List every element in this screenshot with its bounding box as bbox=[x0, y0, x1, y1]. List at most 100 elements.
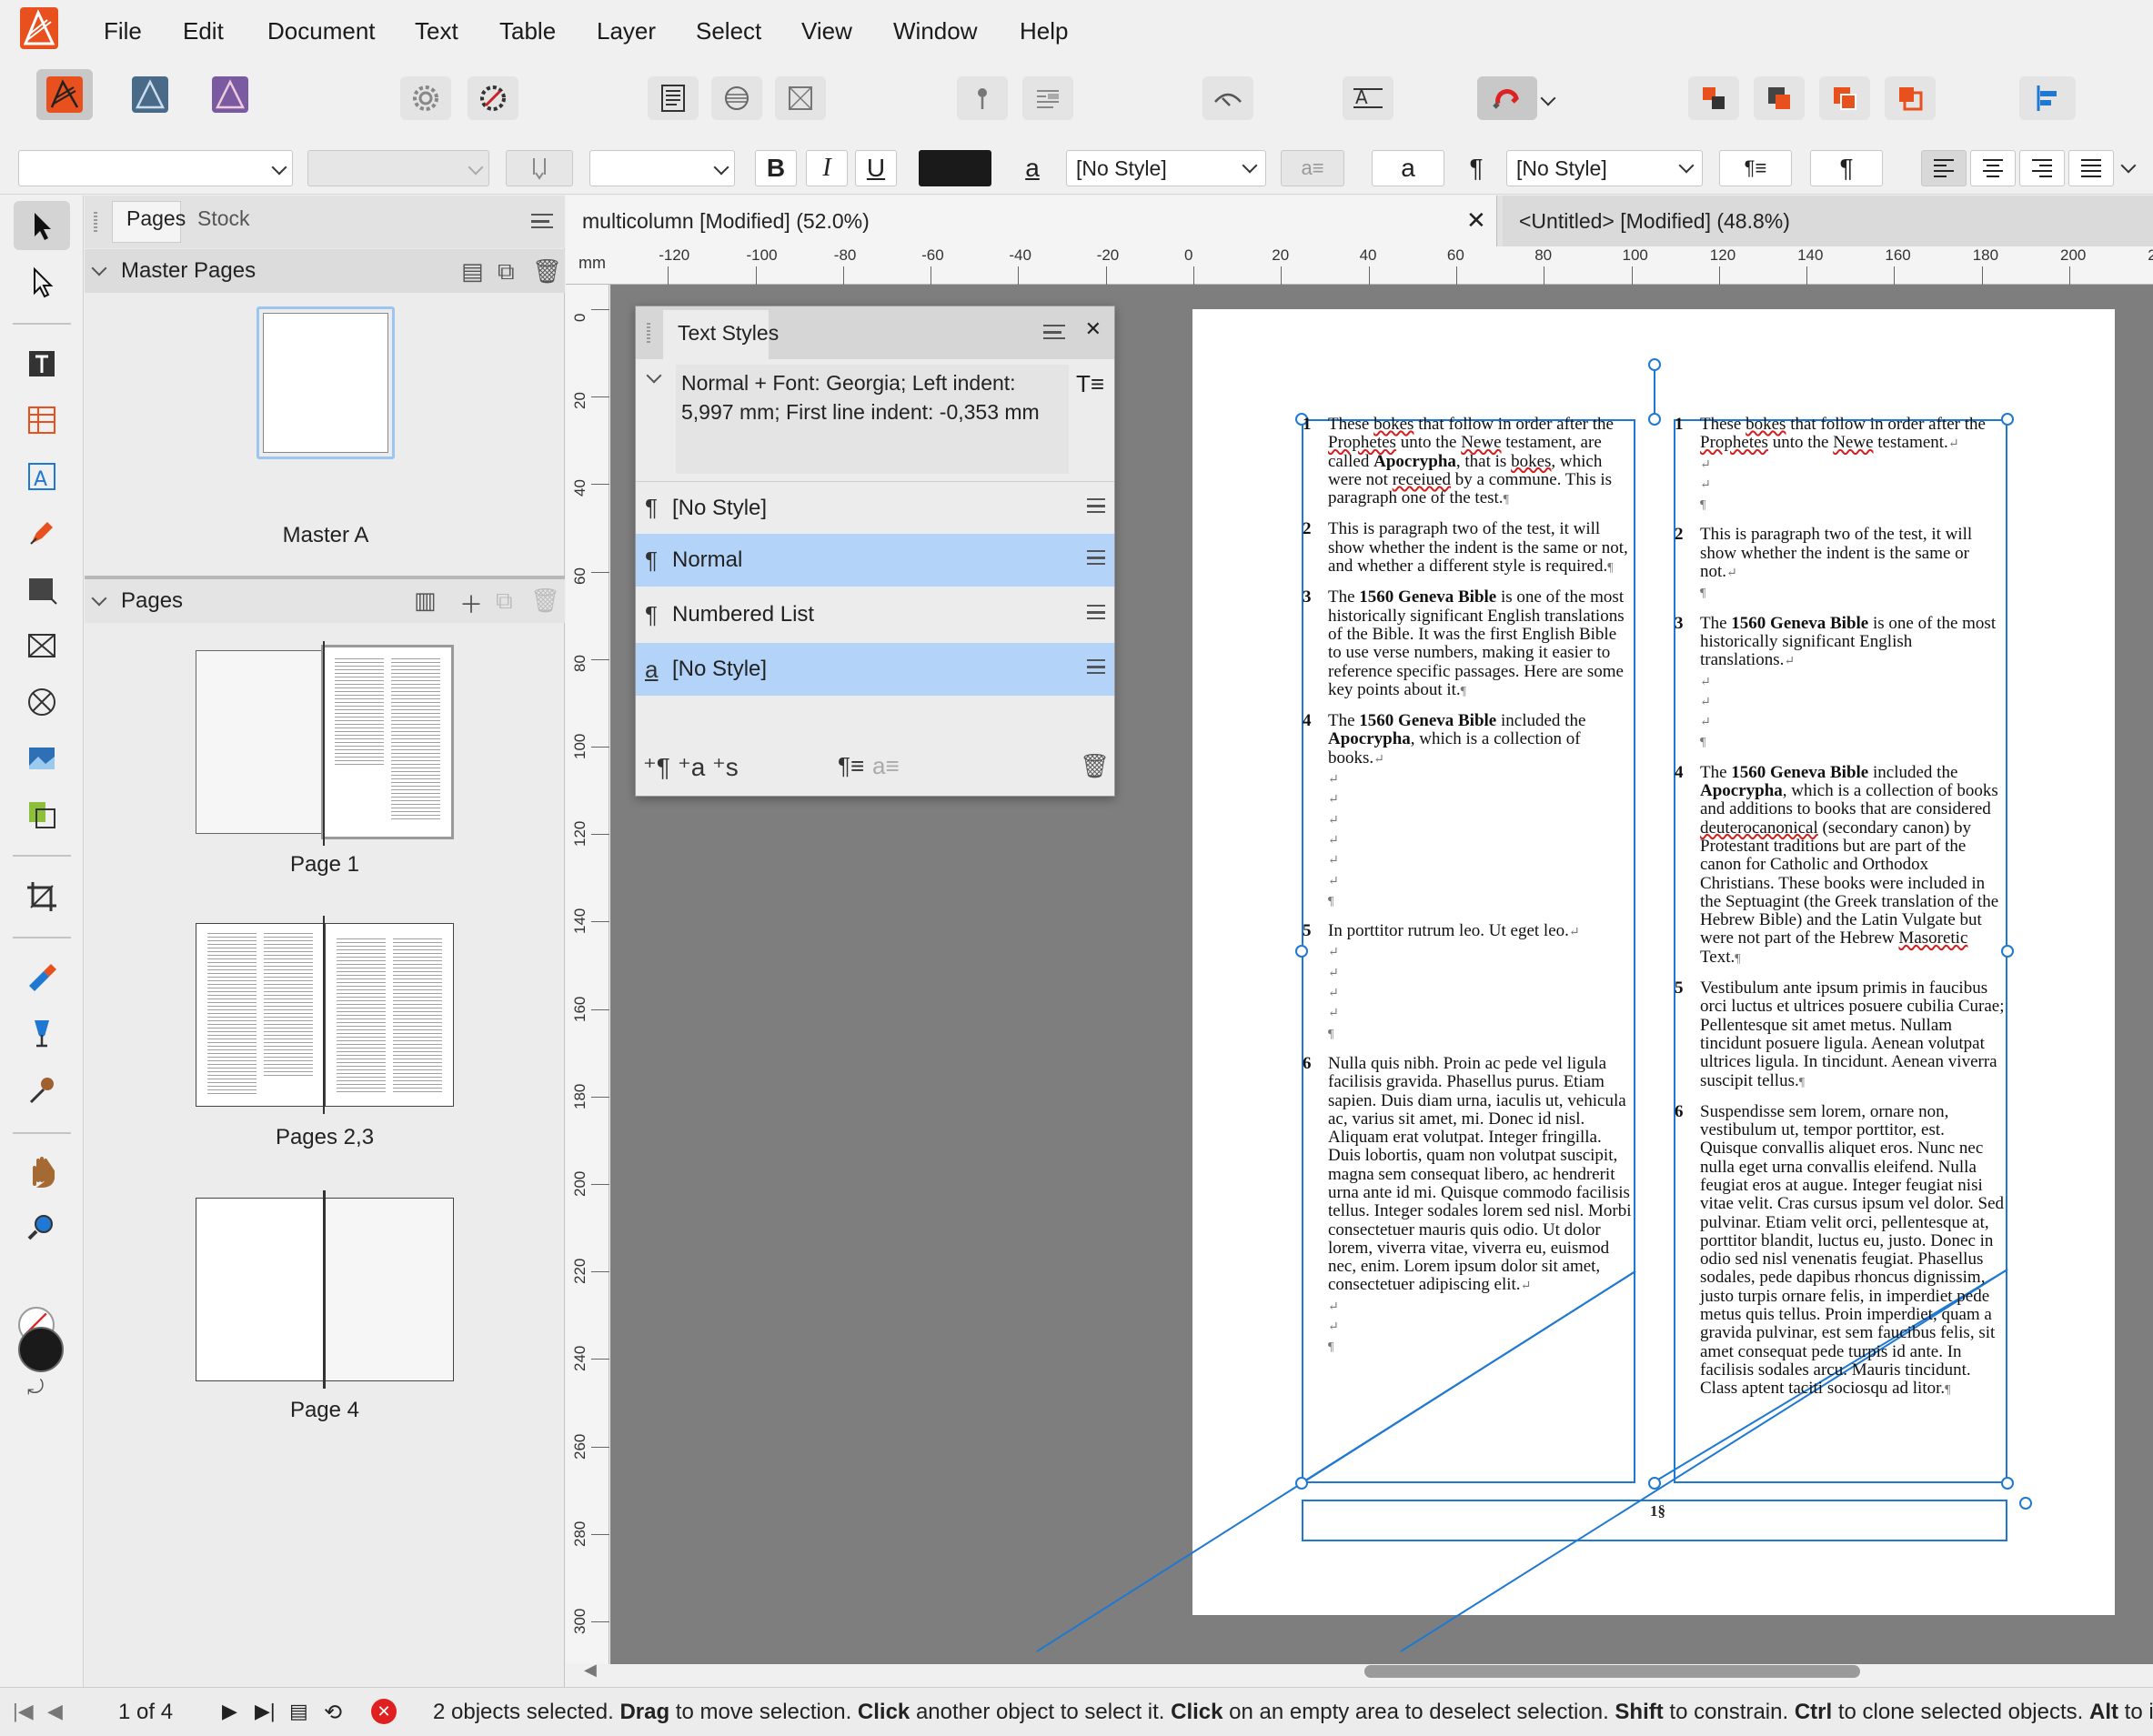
left-column-text[interactable]: 1 These bokes that follow in order after … bbox=[1303, 415, 1633, 1369]
move-forward-one-icon[interactable] bbox=[1819, 76, 1870, 120]
text-styles-menu-icon[interactable] bbox=[1043, 325, 1065, 339]
font-size-dropdown[interactable] bbox=[589, 150, 735, 186]
view-tool-hand-icon[interactable] bbox=[14, 1147, 70, 1196]
delete-page-icon[interactable]: 🗑 bbox=[530, 587, 560, 615]
clear-style-icon[interactable]: a≡ bbox=[872, 752, 900, 780]
character-style-options-icon[interactable]: a≡ bbox=[1281, 150, 1344, 186]
preflight-error-icon[interactable]: ✕ bbox=[371, 1699, 397, 1724]
new-character-style-icon[interactable]: ⁺a bbox=[678, 752, 705, 782]
resize-handle-bm[interactable] bbox=[1648, 1477, 1661, 1490]
style-row-menu-icon[interactable] bbox=[1087, 605, 1105, 619]
menu-document[interactable]: Document bbox=[267, 17, 376, 45]
resize-handle-tm[interactable] bbox=[1648, 413, 1661, 426]
delete-style-icon[interactable]: 🗑 bbox=[1080, 752, 1110, 780]
delete-master-icon[interactable]: 🗑 bbox=[532, 257, 562, 286]
fill-tool-icon[interactable] bbox=[14, 952, 70, 1001]
character-style-icon[interactable]: a bbox=[1011, 150, 1053, 186]
frame-text-tool-icon[interactable] bbox=[14, 339, 70, 388]
picture-frame-icon[interactable] bbox=[775, 76, 826, 120]
bold-button[interactable]: B bbox=[755, 150, 797, 186]
zoom-tool-icon[interactable] bbox=[14, 1203, 70, 1252]
doc-tab-active[interactable]: multicolumn [Modified] (52.0%) bbox=[566, 196, 1497, 246]
menu-window[interactable]: Window bbox=[893, 17, 977, 45]
alignment-more-chevron-icon[interactable] bbox=[2120, 157, 2137, 174]
page-1-thumbnail[interactable] bbox=[321, 645, 454, 839]
publisher-persona-icon[interactable] bbox=[36, 69, 93, 120]
kerning-icon[interactable] bbox=[506, 150, 573, 186]
preflight-gear-icon[interactable] bbox=[468, 76, 518, 120]
pin-icon[interactable] bbox=[957, 76, 1008, 120]
page-4-thumbnail[interactable] bbox=[196, 1198, 325, 1381]
transparency-tool-icon[interactable] bbox=[14, 1008, 70, 1058]
text-styles-title[interactable]: Text Styles bbox=[678, 321, 779, 346]
resize-handle-bl[interactable] bbox=[1295, 1477, 1308, 1490]
page-2-thumbnail[interactable] bbox=[196, 923, 325, 1107]
character-style-dropdown[interactable]: [No Style] bbox=[1066, 150, 1266, 186]
affinity-publisher-logo-icon[interactable] bbox=[20, 7, 58, 49]
fill-color-swatch[interactable] bbox=[18, 1327, 64, 1372]
menu-table[interactable]: Table bbox=[499, 17, 556, 45]
menu-edit[interactable]: Edit bbox=[183, 17, 224, 45]
align-right-icon[interactable] bbox=[2019, 150, 2065, 186]
recent-location-icon[interactable]: ⟲ bbox=[324, 1700, 342, 1726]
paragraph-style-options-icon[interactable]: ¶≡ bbox=[1719, 150, 1792, 186]
page-indicator[interactable]: 1 of 4 bbox=[118, 1700, 173, 1725]
text-styles-toggle-icon[interactable]: A bbox=[1343, 76, 1393, 120]
baseline-grid-icon[interactable] bbox=[711, 76, 762, 120]
snapping-magnet-icon[interactable] bbox=[1477, 76, 1537, 120]
menu-help[interactable]: Help bbox=[1020, 17, 1068, 45]
settings-gear-icon[interactable] bbox=[400, 76, 451, 120]
style-row-menu-icon[interactable] bbox=[1087, 659, 1105, 674]
master-pages-header[interactable]: Master Pages bbox=[85, 249, 565, 293]
previous-page-icon[interactable]: ◀ bbox=[47, 1700, 63, 1723]
style-row-no-style-paragraph[interactable]: ¶ [No Style] bbox=[636, 481, 1114, 534]
pages-panel-menu-icon[interactable] bbox=[531, 214, 553, 228]
artistic-text-tool-icon[interactable]: A bbox=[14, 452, 70, 501]
rotate-handle[interactable] bbox=[1648, 358, 1661, 371]
menu-layer[interactable]: Layer bbox=[597, 17, 656, 45]
move-tool-icon[interactable] bbox=[14, 201, 70, 250]
style-row-menu-icon[interactable] bbox=[1087, 498, 1105, 513]
page-view-icon[interactable]: ▤ bbox=[289, 1700, 308, 1723]
text-color-swatch[interactable] bbox=[919, 150, 991, 186]
style-row-numbered-list[interactable]: ¶ Numbered List bbox=[636, 588, 1114, 641]
tab-stock[interactable]: Stock bbox=[197, 206, 250, 231]
align-left-icon[interactable] bbox=[1921, 150, 1967, 186]
snapping-dropdown-chevron-icon[interactable] bbox=[1540, 90, 1556, 106]
style-row-normal[interactable]: ¶ Normal bbox=[636, 534, 1114, 587]
align-icon[interactable] bbox=[2019, 76, 2076, 120]
scroll-left-arrow-icon[interactable]: ◀ bbox=[584, 1661, 597, 1680]
color-picker-tool-icon[interactable] bbox=[14, 1065, 70, 1114]
menu-view[interactable]: View bbox=[801, 17, 852, 45]
new-paragraph-style-icon[interactable]: ⁺¶ bbox=[643, 752, 670, 782]
ellipse-frame-tool-icon[interactable] bbox=[14, 677, 70, 727]
place-image-tool-icon[interactable] bbox=[14, 734, 70, 783]
pages-section-header[interactable]: Pages bbox=[85, 579, 565, 623]
doc-tab-inactive[interactable]: <Untitled> [Modified] (48.8%) bbox=[1503, 196, 2153, 246]
pen-tool-icon[interactable] bbox=[14, 508, 70, 557]
designer-persona-icon[interactable] bbox=[122, 69, 178, 120]
last-page-icon[interactable]: ▶| bbox=[255, 1700, 276, 1723]
master-a-thumbnail-selection[interactable] bbox=[257, 306, 395, 459]
paragraph-style-dropdown[interactable]: [No Style] bbox=[1506, 150, 1703, 186]
apply-character-style-icon[interactable]: a bbox=[1372, 150, 1444, 186]
apply-style-icon[interactable]: ¶≡ bbox=[838, 752, 864, 780]
page-options-icon[interactable]: ▥ bbox=[414, 587, 437, 615]
text-styles-grip-icon[interactable] bbox=[647, 323, 650, 343]
underline-button[interactable]: U bbox=[855, 150, 897, 186]
align-center-icon[interactable] bbox=[1970, 150, 2016, 186]
move-to-back-icon[interactable] bbox=[1688, 76, 1739, 120]
close-tab-icon[interactable]: ✕ bbox=[1466, 206, 1486, 235]
menu-select[interactable]: Select bbox=[696, 17, 761, 45]
font-family-dropdown[interactable] bbox=[18, 150, 293, 186]
picture-frame-tool-icon[interactable] bbox=[14, 621, 70, 670]
node-tool-icon[interactable] bbox=[14, 257, 70, 306]
text-wrap-icon[interactable] bbox=[1022, 76, 1073, 120]
text-styles-close-icon[interactable]: ✕ bbox=[1085, 317, 1102, 341]
duplicate-page-icon[interactable]: ⧉ bbox=[496, 587, 513, 616]
tab-pages[interactable]: Pages bbox=[126, 206, 186, 231]
table-tool-icon[interactable] bbox=[14, 396, 70, 445]
move-to-front-icon[interactable] bbox=[1885, 76, 1936, 120]
text-frame-icon[interactable] bbox=[648, 76, 699, 120]
page-3-thumbnail[interactable] bbox=[325, 923, 454, 1107]
